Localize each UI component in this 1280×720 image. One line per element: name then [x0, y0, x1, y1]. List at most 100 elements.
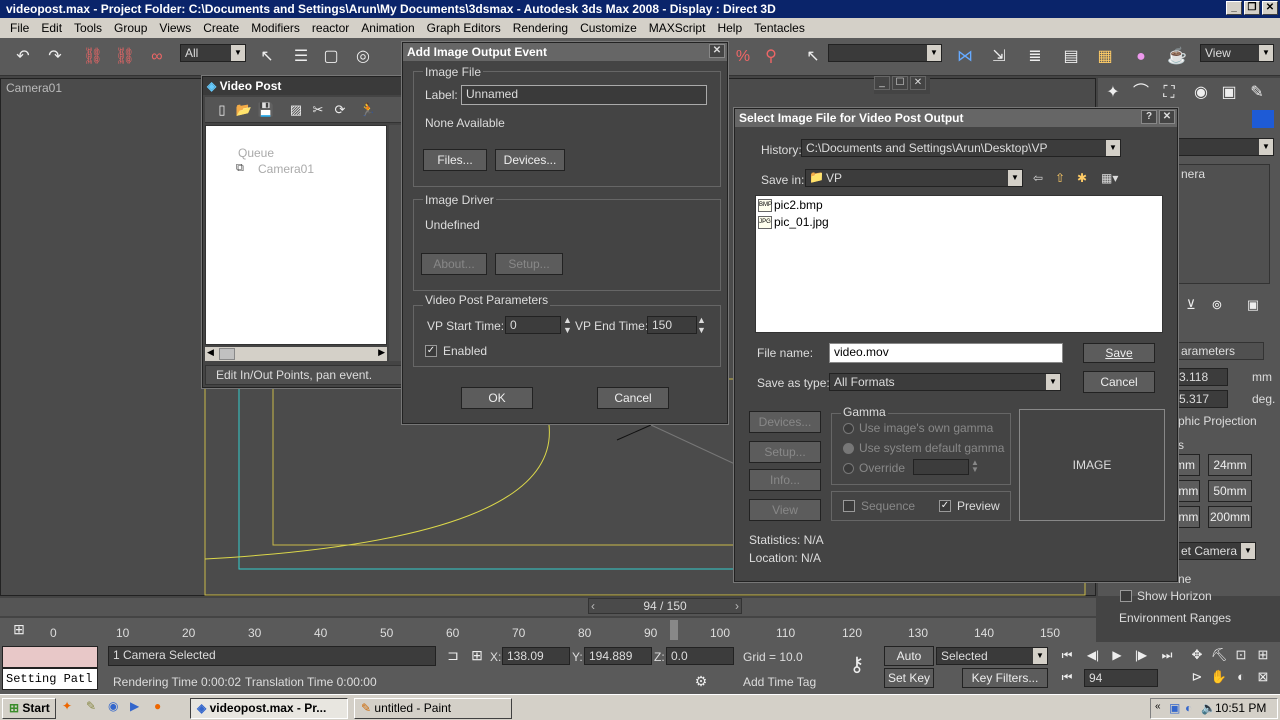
menu-item[interactable]: Help [711, 20, 748, 36]
key-mode-dropdown[interactable]: Selected ▼ [936, 647, 1048, 665]
start-button[interactable]: ⊞ Start [2, 698, 56, 719]
percent-snap-icon[interactable]: % [732, 46, 754, 68]
gamma-override-radio[interactable] [843, 463, 854, 474]
display-tab-icon[interactable]: ▣ [1218, 82, 1240, 104]
menu-item[interactable]: Customize [574, 20, 643, 36]
field-of-view-icon[interactable]: ⊳ [1186, 666, 1208, 688]
show-horizon-checkbox[interactable] [1120, 590, 1132, 602]
vp-end-spinner-icon[interactable]: ▲ ▼ [697, 315, 706, 335]
close-icon[interactable]: ✕ [910, 76, 926, 90]
utilities-tab-icon[interactable]: ✎ [1246, 82, 1268, 104]
zoom-icon[interactable]: ✥ [1186, 644, 1208, 666]
menu-item[interactable]: Create [197, 20, 245, 36]
key-mode-toggle-icon[interactable]: ⏮ [1056, 666, 1078, 688]
close-icon[interactable]: ✕ [1262, 1, 1278, 15]
x-coordinate-field[interactable]: 138.09 [502, 647, 570, 665]
quicklaunch-icon-3[interactable]: ◉ [108, 699, 118, 713]
zoom-all-icon[interactable]: ⛏ [1208, 644, 1230, 666]
taskbar-item-paint[interactable]: ✎ untitled - Paint [354, 698, 512, 719]
parameters-rollout[interactable]: arameters [1176, 342, 1264, 360]
save-as-type-dropdown[interactable]: All Formats ▼ [829, 373, 1061, 391]
menu-item[interactable]: Rendering [507, 20, 574, 36]
set-key-button[interactable]: Set Key [884, 668, 934, 688]
edit-named-selection-icon[interactable]: ↖ [802, 46, 824, 68]
file-list-item[interactable]: BMP pic2.bmp [758, 198, 823, 214]
back-icon[interactable]: ⇦ [1033, 171, 1043, 185]
about-button[interactable]: About... [421, 253, 487, 275]
close-icon[interactable]: ✕ [1159, 110, 1175, 124]
motion-tab-icon[interactable]: ◉ [1190, 82, 1212, 104]
info-button[interactable]: Info... [749, 469, 821, 491]
new-folder-icon[interactable]: ✱ [1077, 171, 1087, 185]
view-menu-icon[interactable]: ▦▾ [1101, 171, 1118, 185]
scroll-left-icon[interactable]: ◀ [207, 347, 214, 358]
go-to-start-icon[interactable]: ⏮ [1056, 644, 1078, 666]
next-frame-icon[interactable]: › [735, 599, 739, 613]
history-dropdown[interactable]: C:\Documents and Settings\Arun\Desktop\V… [801, 139, 1121, 157]
time-slider-thumb[interactable]: ‹ 94 / 150 › [588, 598, 742, 614]
pin-stack-icon[interactable]: ⊻ [1180, 294, 1202, 316]
next-frame-icon[interactable]: |▶ [1130, 644, 1152, 666]
curve-editor-icon[interactable]: ▤ [1060, 46, 1082, 68]
cancel-button[interactable]: Cancel [1083, 371, 1155, 393]
bind-spacewarp-icon[interactable]: ∞ [146, 46, 168, 68]
vp-start-field[interactable]: 0 [505, 316, 561, 334]
edit-current-event-icon[interactable]: ▨ [285, 99, 307, 121]
stock-lens-button[interactable]: 24mm [1208, 454, 1252, 476]
track-bar[interactable]: ⊞ 0 10 20 30 40 50 60 70 80 90 100 110 120 130 140 150 [0, 618, 1096, 642]
maxscript-listener-top[interactable] [2, 646, 98, 668]
restore-icon[interactable]: ❐ [1244, 1, 1260, 15]
fov-field[interactable]: 5.317 [1174, 390, 1228, 408]
minimize-icon[interactable]: _ [1226, 1, 1242, 15]
modifier-stack-item[interactable]: nera [1181, 167, 1205, 181]
modify-tab-icon[interactable]: ⌒ [1130, 82, 1152, 104]
auto-key-button[interactable]: Auto Key [884, 646, 934, 681]
save-sequence-icon[interactable]: 💾 [255, 99, 277, 121]
up-folder-icon[interactable]: ⇧ [1055, 171, 1065, 185]
menu-item[interactable]: Animation [355, 20, 420, 36]
maxscript-listener-bottom[interactable]: Setting Patl [2, 668, 98, 690]
close-icon[interactable]: ✕ [709, 44, 725, 58]
queue-root[interactable]: Queue [238, 146, 274, 160]
cancel-button[interactable]: Cancel [597, 387, 669, 409]
menu-item[interactable]: MAXScript [643, 20, 712, 36]
time-tag-icon[interactable]: ⚙ [690, 670, 712, 692]
view-dropdown[interactable]: View ▼ [1200, 44, 1274, 62]
previous-frame-icon[interactable]: ◀| [1082, 644, 1104, 666]
menu-item[interactable]: reactor [306, 20, 355, 36]
view-button[interactable]: View [749, 499, 821, 521]
orbit-icon[interactable]: ◐ [1230, 666, 1252, 688]
menu-item[interactable]: File [4, 20, 35, 36]
menu-item[interactable]: Views [153, 20, 197, 36]
current-frame-field[interactable]: 94 [1084, 669, 1158, 687]
play-icon[interactable]: ▶ [1106, 644, 1128, 666]
schematic-view-icon[interactable]: ▦ [1094, 46, 1116, 68]
pan-icon[interactable]: ✋ [1208, 666, 1230, 688]
save-button[interactable]: Save [1083, 343, 1155, 363]
execute-sequence-icon[interactable]: 🏃 [357, 99, 379, 121]
mirror-icon[interactable]: ⋈ [954, 46, 976, 68]
render-setup-icon[interactable]: ☕ [1166, 46, 1188, 68]
absolute-mode-icon[interactable]: ⊞ [466, 644, 488, 666]
devices-button[interactable]: Devices... [495, 149, 565, 171]
zoom-extents-icon[interactable]: ⊡ [1230, 644, 1252, 666]
gamma-system-radio[interactable] [843, 443, 854, 454]
new-sequence-icon[interactable]: ▯ [211, 99, 233, 121]
open-sequence-icon[interactable]: 📂 [233, 99, 255, 121]
y-coordinate-field[interactable]: 194.889 [584, 647, 652, 665]
modifier-list-dropdown[interactable]: ▼ [1176, 138, 1274, 156]
tray-icon-1[interactable]: ▣ [1169, 701, 1180, 715]
configure-modifier-sets-icon[interactable]: ▣ [1242, 294, 1264, 316]
z-coordinate-field[interactable]: 0.0 [666, 647, 734, 665]
save-in-dropdown[interactable]: 📁 VP ▼ [805, 169, 1023, 187]
stock-lens-button[interactable]: 50mm [1208, 480, 1252, 502]
volume-icon[interactable]: 🔈 [1201, 701, 1216, 715]
maximize-viewport-icon[interactable]: ⊠ [1252, 666, 1274, 688]
key-filters-button[interactable]: Key Filters... [962, 668, 1048, 688]
tray-expand-icon[interactable]: « [1155, 701, 1161, 712]
sequence-checkbox[interactable] [843, 500, 855, 512]
rectangle-selection-icon[interactable]: ▢ [320, 46, 342, 68]
swap-events-icon[interactable]: ⟳ [329, 99, 351, 121]
ok-button[interactable]: OK [461, 387, 533, 409]
layer-manager-icon[interactable]: ≣ [1024, 46, 1046, 68]
